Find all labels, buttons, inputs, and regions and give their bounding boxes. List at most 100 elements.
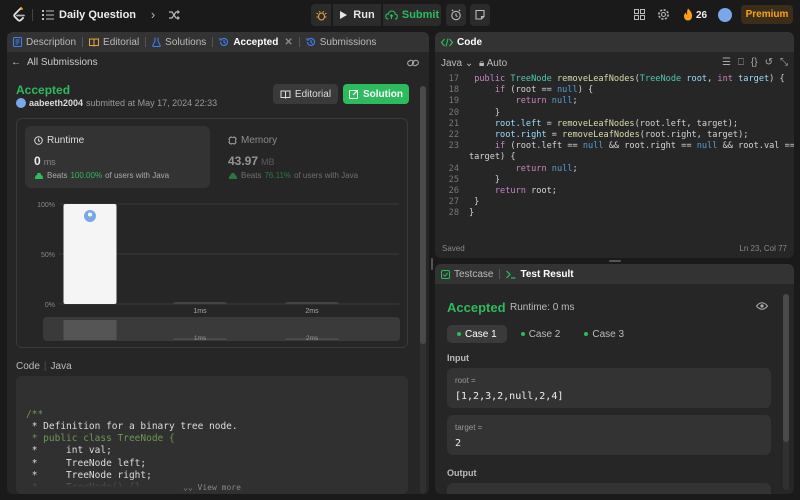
premium-button[interactable]: Premium [741, 5, 793, 24]
tab-accepted-label: Accepted [233, 36, 279, 48]
editor-code-line[interactable]: return null; [469, 96, 578, 107]
braces-icon[interactable]: {} [751, 57, 758, 68]
scrollbar-thumb[interactable] [783, 294, 789, 442]
editor-code-line[interactable]: } [469, 108, 500, 119]
user-avatar[interactable] [718, 8, 732, 22]
runtime-beats: Beats 100.00% of users with Java [34, 171, 169, 180]
case-tab-3[interactable]: Case 3 [574, 325, 634, 343]
case-tab-1[interactable]: Case 1 [447, 325, 507, 343]
memory-card[interactable]: Memory 43.97 MB Beats 76.11% of users wit… [219, 126, 404, 188]
input-target-box[interactable]: target = 2 [447, 415, 771, 455]
prev-problem-chevron-left-icon[interactable]: ‹ [123, 7, 139, 23]
editor-code-line[interactable]: } [469, 208, 474, 219]
top-nav: Daily Question ‹ › Run Submit 26 Premium [0, 0, 800, 30]
minimap-label: 2ms [306, 335, 319, 342]
avatar[interactable] [16, 98, 26, 108]
tab-testcase[interactable]: Testcase [435, 264, 499, 284]
tab-code[interactable]: Code [435, 32, 488, 52]
editor-code-line[interactable]: target) { [469, 152, 516, 163]
fire-streak-icon[interactable] [683, 8, 693, 21]
collapse-icon[interactable]: ⤡ [780, 57, 788, 68]
runtime-card[interactable]: Runtime 0 ms Beats 100.00% of users with … [25, 126, 210, 188]
notes-button[interactable] [470, 4, 490, 26]
vertical-resize-handle[interactable] [431, 258, 433, 270]
checkbox-icon [441, 269, 450, 279]
editor-code-line[interactable]: return root; [469, 186, 557, 197]
language-select[interactable]: Java ⌄ [441, 58, 473, 69]
x-tick-label: 2ms [305, 308, 319, 315]
test-result-panel: Testcase Test Result Accepted Runtime: 0… [435, 264, 794, 494]
line-number: 21 [448, 118, 459, 129]
view-more-button[interactable]: ⌄⌄ View more [16, 478, 408, 494]
input-root-box[interactable]: root = [1,2,3,2,null,2,4] [447, 368, 771, 408]
test-scrollbar[interactable] [783, 294, 789, 490]
leetcode-logo-icon[interactable] [12, 7, 26, 23]
target-param-name: target = [455, 423, 483, 432]
editor-code-line[interactable]: } [469, 197, 479, 208]
tab-editorial[interactable]: Editorial [83, 32, 145, 52]
editorial-button[interactable]: Editorial [273, 84, 338, 104]
editor-code-line[interactable]: if (root == null) { [469, 85, 593, 96]
runtime-beats-pct: 100.00% [70, 171, 103, 180]
code-token: removeLeafNodes [556, 118, 635, 129]
code-token: removeLeafNodes [556, 74, 635, 84]
submitter-username[interactable]: aabeeth2004 [29, 98, 83, 108]
tab-solutions[interactable]: Solutions [146, 32, 212, 52]
gear-icon[interactable] [657, 8, 670, 21]
editor-code-line[interactable]: } [469, 175, 500, 186]
cursor-position: Ln 23, Col 77 [739, 244, 787, 253]
result-status: Accepted [447, 300, 506, 315]
horizontal-resize-handle[interactable] [609, 260, 621, 262]
run-button[interactable]: Run [333, 4, 381, 26]
editor-code-line[interactable]: if (root.left == null && root.right == n… [469, 141, 794, 152]
submit-button[interactable]: Submit [383, 4, 441, 26]
editor-code-line[interactable]: return null; [469, 164, 578, 175]
code-token: TreeNode [639, 74, 687, 84]
eye-icon[interactable] [756, 302, 768, 310]
timer-button[interactable] [446, 4, 466, 26]
tab-submissions[interactable]: Submissions [300, 32, 383, 52]
tab-accepted[interactable]: Accepted ✕ [213, 32, 298, 52]
submitted-code-block[interactable]: /** * Definition for a binary tree node.… [16, 376, 408, 494]
tab-description-label: Description [26, 36, 77, 48]
code-token: ; [572, 163, 578, 174]
shuffle-icon[interactable] [168, 9, 180, 21]
tab-testcase-label: Testcase [454, 268, 494, 280]
left-scrollbar[interactable] [420, 86, 426, 494]
reset-icon[interactable]: ↺ [765, 57, 773, 68]
next-problem-chevron-right-icon[interactable]: › [145, 7, 161, 23]
runtime-label-row: Runtime [34, 135, 84, 146]
minimap-label: 1ms [194, 335, 207, 342]
tab-test-result[interactable]: Test Result [500, 264, 579, 284]
scrollbar-thumb[interactable] [420, 86, 426, 344]
case-tab-2[interactable]: Case 2 [511, 325, 571, 343]
problem-list-icon[interactable] [42, 9, 54, 21]
debug-button[interactable] [311, 4, 331, 26]
solution-button[interactable]: Solution [343, 84, 409, 104]
editor-code-line[interactable]: root.right = removeLeafNodes(root.right,… [469, 130, 749, 141]
format-icon[interactable]: ☰ [722, 57, 731, 68]
autocomplete-toggle[interactable]: 🔒︎ Auto [479, 58, 507, 69]
histogram-bar[interactable] [285, 302, 339, 304]
layout-grid-icon[interactable] [634, 9, 645, 20]
bookmark-icon[interactable]: ⎕ [738, 57, 744, 68]
code-editor[interactable]: 17 public TreeNode removeLeafNodes(TreeN… [435, 72, 794, 240]
editor-code-line[interactable]: root.left = removeLeafNodes(root.left, t… [469, 119, 738, 130]
tab-description[interactable]: Description [7, 32, 82, 52]
code-token: return [515, 96, 552, 107]
submission-status: Accepted [16, 83, 71, 97]
output-box[interactable] [447, 483, 771, 494]
all-submissions-link[interactable]: ← All Submissions [11, 57, 98, 68]
runtime-unit: ms [43, 157, 56, 167]
share-link-icon[interactable] [407, 58, 419, 68]
close-icon[interactable]: ✕ [284, 37, 292, 48]
streak-count[interactable]: 26 [696, 10, 707, 21]
histogram-bar[interactable] [173, 302, 227, 304]
runtime-distribution-chart[interactable]: 100% 50% 0% 1ms 2ms 1ms 2ms [17, 194, 409, 349]
submission-panel: Description Editorial Solutions Accepted… [7, 32, 429, 494]
root-param-value: [1,2,3,2,null,2,4] [455, 391, 564, 402]
editor-code-line[interactable]: public TreeNode removeLeafNodes(TreeNode… [469, 74, 785, 85]
code-token: null [556, 85, 578, 96]
